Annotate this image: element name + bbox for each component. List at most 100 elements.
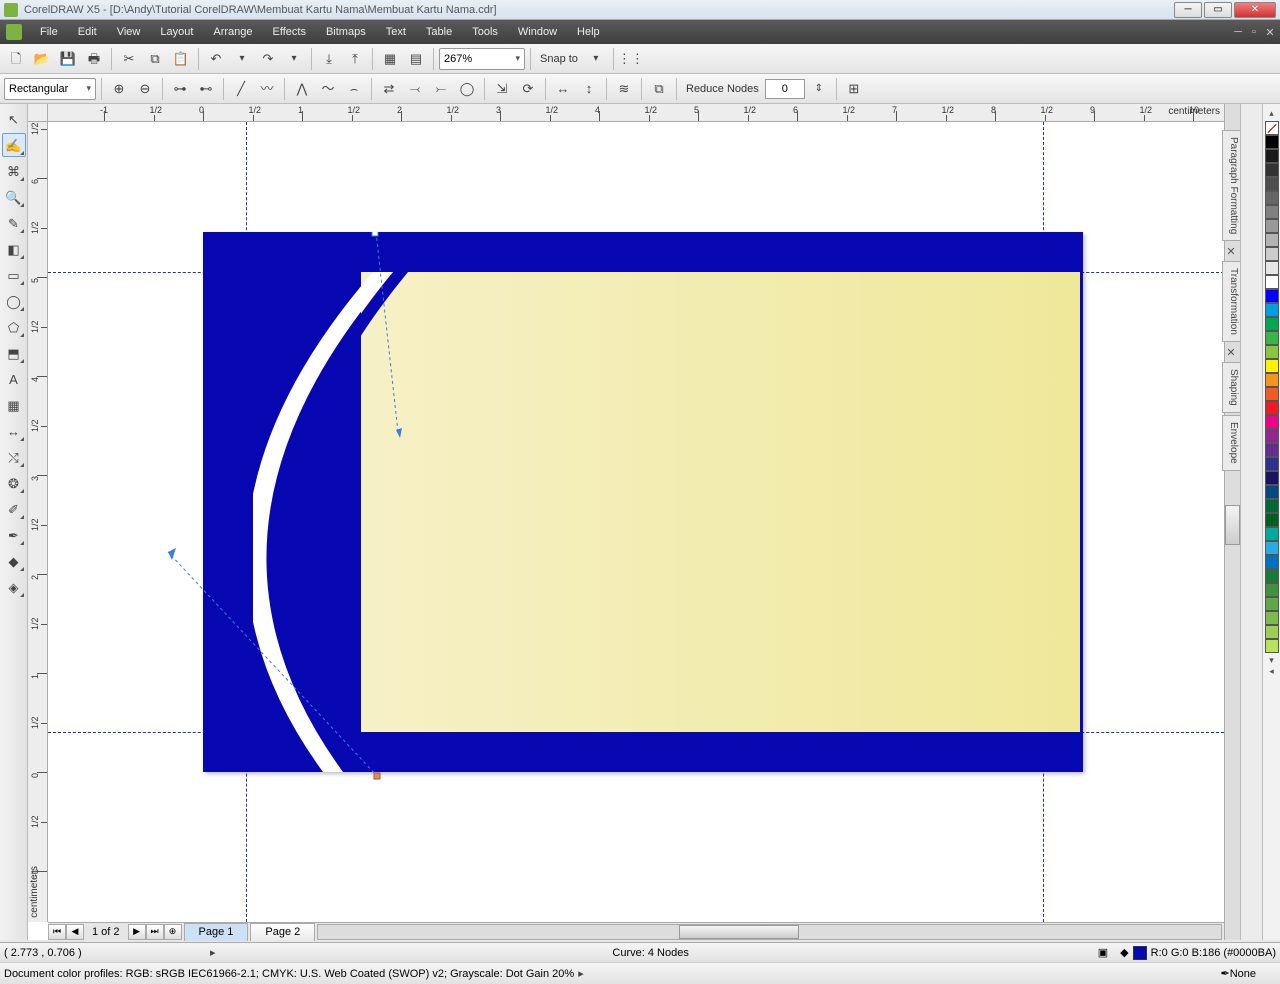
menu-bitmaps[interactable]: Bitmaps (316, 20, 376, 44)
swatch-11[interactable] (1265, 289, 1279, 303)
export-button[interactable]: ⤒ (343, 47, 367, 71)
swatch-19[interactable] (1265, 401, 1279, 415)
rotate-button[interactable]: ⟳ (516, 77, 540, 101)
last-page-button[interactable]: ⏭ (146, 924, 164, 940)
swatch-21[interactable] (1265, 429, 1279, 443)
menu-tools[interactable]: Tools (462, 20, 508, 44)
add-node-button[interactable]: ⊕ (107, 77, 131, 101)
swatch-30[interactable] (1265, 555, 1279, 569)
options-button[interactable]: ⋮⋮ (619, 47, 643, 71)
break-nodes-button[interactable]: ⊷ (194, 77, 218, 101)
undo-button[interactable]: ↶ (204, 47, 228, 71)
next-page-button[interactable]: ▶ (128, 924, 146, 940)
mdi-close[interactable]: ✕ (1263, 25, 1277, 39)
cut-button[interactable]: ✂ (117, 47, 141, 71)
connector-tool[interactable]: ⤭ (2, 445, 26, 469)
palette-down[interactable]: ▾ (1269, 655, 1274, 666)
swatch-5[interactable] (1265, 205, 1279, 219)
paste-button[interactable]: 📋 (169, 47, 193, 71)
menu-effects[interactable]: Effects (263, 20, 316, 44)
swatch-16[interactable] (1265, 359, 1279, 373)
fill-tool[interactable]: ◆ (2, 549, 26, 573)
swatch-12[interactable] (1265, 303, 1279, 317)
swatch-25[interactable] (1265, 485, 1279, 499)
tab-page-2[interactable]: Page 2 (250, 923, 315, 941)
swatch-0[interactable] (1265, 135, 1279, 149)
tab-page-1[interactable]: Page 1 (184, 923, 249, 941)
reverse-button[interactable]: ⇄ (377, 77, 401, 101)
ruler-vertical[interactable]: centimeters -11/201/211/221/231/241/251/… (28, 122, 48, 922)
ruler-horizontal[interactable]: centimeters -11/201/211/221/231/241/251/… (48, 104, 1224, 122)
swatch-17[interactable] (1265, 373, 1279, 387)
menu-arrange[interactable]: Arrange (203, 20, 262, 44)
zoom-tool[interactable]: 🔍 (2, 185, 26, 209)
interactive-fill-tool[interactable]: ◈ (2, 575, 26, 599)
symmetrical-button[interactable]: ⌢ (342, 77, 366, 101)
redo-drop[interactable]: ▾ (282, 47, 306, 71)
zoom-dropdown[interactable]: 267% (439, 48, 525, 70)
to-curve-button[interactable]: 〰 (255, 77, 279, 101)
swatch-2[interactable] (1265, 163, 1279, 177)
swatch-28[interactable] (1265, 527, 1279, 541)
swatch-23[interactable] (1265, 457, 1279, 471)
swatch-14[interactable] (1265, 331, 1279, 345)
ruler-origin[interactable] (28, 104, 48, 122)
crop-tool[interactable]: ⌘ (2, 159, 26, 183)
close-curve-button[interactable]: ◯ (455, 77, 479, 101)
freehand-tool[interactable]: ✎ (2, 211, 26, 235)
docker-transformation[interactable]: Transformation (1222, 261, 1240, 342)
swatch-36[interactable] (1265, 639, 1279, 653)
swatch-13[interactable] (1265, 317, 1279, 331)
text-tool[interactable]: A (2, 367, 26, 391)
menu-help[interactable]: Help (567, 20, 610, 44)
ellipse-tool[interactable]: ◯ (2, 289, 26, 313)
swatch-4[interactable] (1265, 191, 1279, 205)
outline-tool[interactable]: ✒ (2, 523, 26, 547)
select-all-nodes-button[interactable]: ⊞ (842, 77, 866, 101)
reflect-button[interactable]: ≋ (612, 77, 636, 101)
docker-close-2[interactable]: ✕ (1224, 346, 1238, 360)
swatch-27[interactable] (1265, 513, 1279, 527)
swatch-22[interactable] (1265, 443, 1279, 457)
new-button[interactable]: 🗋 (4, 47, 28, 71)
maximize-button[interactable]: ▭ (1204, 2, 1232, 18)
print-button[interactable]: 🖶 (82, 47, 106, 71)
join-nodes-button[interactable]: ⊶ (168, 77, 192, 101)
docker-envelope[interactable]: Envelope (1222, 415, 1240, 471)
palette-flyout[interactable]: ◂ (1269, 666, 1274, 677)
redo-button[interactable]: ↷ (256, 47, 280, 71)
extend-button[interactable]: ⤙ (403, 77, 427, 101)
horizontal-scrollbar[interactable] (317, 924, 1222, 940)
basic-shapes-tool[interactable]: ⬒ (2, 341, 26, 365)
pick-tool[interactable]: ↖ (2, 107, 26, 131)
swatch-29[interactable] (1265, 541, 1279, 555)
mdi-minimize[interactable]: ─ (1231, 25, 1245, 39)
docker-paragraph[interactable]: Paragraph Formatting (1222, 130, 1240, 241)
smooth-button[interactable]: 〜 (316, 77, 340, 101)
interactive-tool[interactable]: ❂ (2, 471, 26, 495)
reduce-value[interactable] (765, 79, 805, 99)
swatch-18[interactable] (1265, 387, 1279, 401)
dimension-tool[interactable]: ↔ (2, 419, 26, 443)
mdi-restore[interactable]: ▫ (1247, 25, 1261, 39)
prev-page-button[interactable]: ◀ (66, 924, 84, 940)
swatch-7[interactable] (1265, 233, 1279, 247)
swatch-6[interactable] (1265, 219, 1279, 233)
polygon-tool[interactable]: ⬠ (2, 315, 26, 339)
swatch-1[interactable] (1265, 149, 1279, 163)
welcome-button[interactable]: ▤ (404, 47, 428, 71)
swatch-3[interactable] (1265, 177, 1279, 191)
swatch-20[interactable] (1265, 415, 1279, 429)
swatch-none[interactable] (1265, 121, 1279, 135)
swatch-26[interactable] (1265, 499, 1279, 513)
swatch-15[interactable] (1265, 345, 1279, 359)
palette-up[interactable]: ▴ (1269, 108, 1274, 119)
swatch-35[interactable] (1265, 625, 1279, 639)
cusp-button[interactable]: ⋀ (290, 77, 314, 101)
menu-text[interactable]: Text (376, 20, 416, 44)
copy-button[interactable]: ⧉ (143, 47, 167, 71)
shape-tool[interactable]: ✍ (2, 133, 26, 157)
import-button[interactable]: ⤓ (317, 47, 341, 71)
menu-file[interactable]: File (30, 20, 68, 44)
menu-layout[interactable]: Layout (150, 20, 203, 44)
